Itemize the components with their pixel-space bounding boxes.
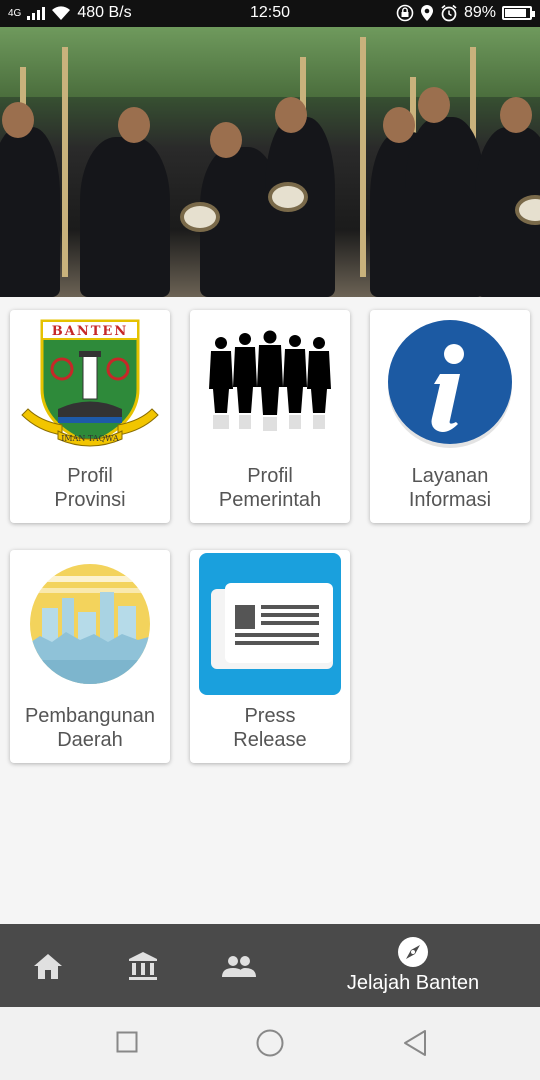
- location-icon: [420, 5, 433, 21]
- rotation-lock-icon: [396, 4, 414, 22]
- status-bar: 4G 480 B/s 12:50 89%: [0, 0, 540, 27]
- square-icon: [116, 1031, 138, 1053]
- menu-card-label: Pembangunan Daerah: [24, 705, 156, 751]
- battery-icon: [502, 6, 535, 20]
- battery-percent: 89%: [463, 4, 496, 21]
- info-icon: [388, 320, 512, 448]
- institution-icon: [129, 951, 157, 980]
- header-banner-image: [0, 27, 540, 297]
- compass-icon: [398, 937, 428, 967]
- newspaper-icon: [199, 553, 341, 695]
- nav-label: Jelajah Banten: [346, 972, 480, 994]
- circle-icon: [256, 1029, 284, 1057]
- menu-card-layanan-informasi[interactable]: Layanan Informasi: [370, 310, 530, 523]
- nav-people[interactable]: [208, 924, 270, 1007]
- menu-card-label: Layanan Informasi: [408, 465, 492, 511]
- nav-home[interactable]: [18, 924, 78, 1007]
- alarm-icon: [441, 4, 457, 22]
- menu-card-profil-pemerintah[interactable]: Profil Pemerintah: [190, 310, 350, 523]
- officials-silhouette-icon: [209, 330, 331, 431]
- home-icon: [34, 953, 62, 979]
- banten-emblem-icon: BANTEN IMAN TAQWA: [21, 319, 159, 447]
- people-icon: [222, 955, 256, 977]
- bottom-navigation: Jelajah Banten: [0, 924, 540, 1007]
- system-navigation-bar: [0, 1007, 540, 1080]
- home-button[interactable]: [256, 1029, 284, 1062]
- menu-card-profil-provinsi[interactable]: BANTEN IMAN TAQWA Profil Provinsi: [10, 310, 170, 523]
- menu-card-label: Press Release: [233, 705, 307, 751]
- emblem-motto: IMAN TAQWA: [61, 434, 119, 443]
- menu-card-pembangunan-daerah[interactable]: Pembangunan Daerah: [10, 550, 170, 763]
- nav-jelajah-banten[interactable]: Jelajah Banten: [330, 924, 496, 1007]
- back-button[interactable]: [402, 1029, 428, 1062]
- back-triangle-icon: [404, 1030, 426, 1056]
- nav-institution[interactable]: [112, 924, 174, 1007]
- menu-card-label: Profil Provinsi: [54, 465, 126, 511]
- recent-apps-button[interactable]: [116, 1031, 138, 1058]
- city-development-icon: [30, 564, 150, 684]
- menu-card-press-release[interactable]: Press Release: [190, 550, 350, 763]
- menu-card-label: Profil Pemerintah: [218, 465, 322, 511]
- emblem-title: BANTEN: [52, 324, 128, 339]
- clock: 12:50: [249, 4, 291, 21]
